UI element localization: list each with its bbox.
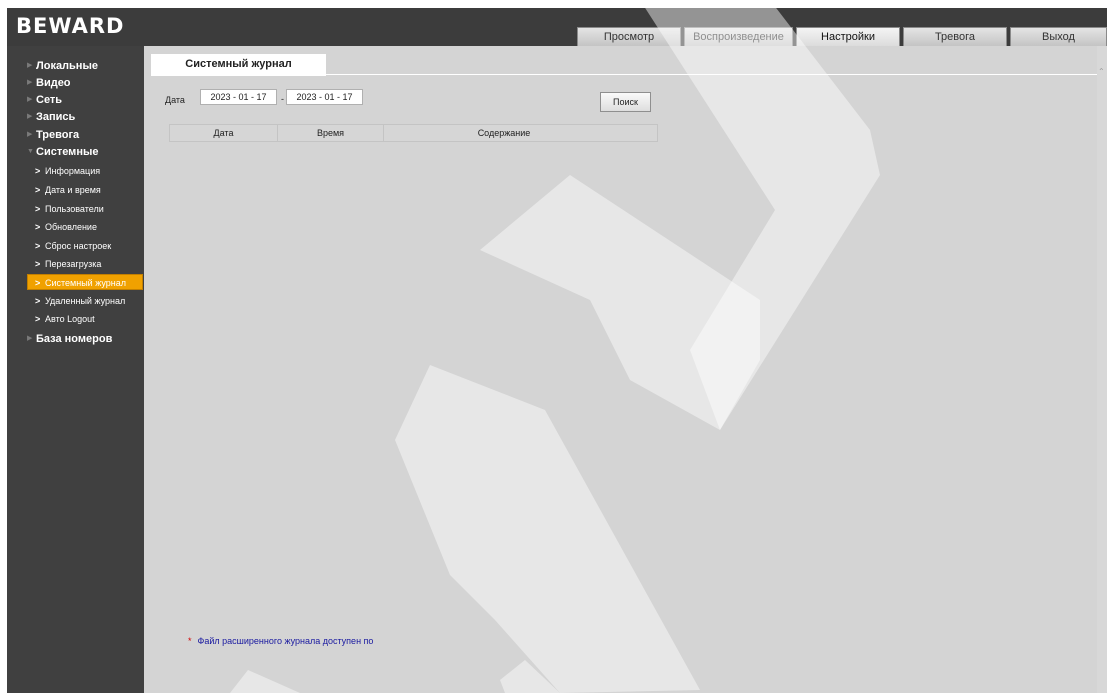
triangle-down-icon: ▼ [27, 148, 34, 155]
date-from-input[interactable] [200, 89, 277, 105]
footnote-asterisk: * [188, 636, 192, 646]
triangle-right-icon: ▶ [27, 79, 33, 86]
sidebar-item-label: Сеть [36, 94, 63, 106]
sidebar: ▶ Локальные ▶ Видео ▶ Сеть ▶ Запись ▶ Тр… [7, 46, 144, 693]
tab-view[interactable]: Просмотр [577, 27, 681, 46]
chevron-right-icon: > [35, 185, 41, 195]
tab-logout[interactable]: Выход [1010, 27, 1107, 46]
app-window: BEWARD Просмотр Воспроизведение Настройк… [7, 8, 1107, 693]
sidebar-subitem-users[interactable]: > Пользователи [7, 201, 144, 217]
sidebar-subitem-datetime[interactable]: > Дата и время [7, 182, 144, 198]
sidebar-subitem-label: Пользователи [45, 204, 104, 214]
chevron-right-icon: > [35, 278, 41, 288]
chevron-right-icon: > [35, 259, 41, 269]
chevron-right-icon: > [35, 166, 41, 176]
chevron-right-icon: > [35, 314, 41, 324]
sidebar-item-record[interactable]: ▶ Запись [7, 109, 144, 125]
sidebar-subitem-label: Удаленный журнал [45, 296, 126, 306]
triangle-right-icon: ▶ [27, 131, 33, 138]
sidebar-subitem-remote-log[interactable]: > Удаленный журнал [7, 293, 144, 309]
triangle-right-icon: ▶ [27, 335, 33, 342]
chevron-right-icon: > [35, 204, 41, 214]
beward-logo: BEWARD [16, 14, 125, 38]
sidebar-subitem-label: Сброс настроек [45, 241, 112, 251]
footnote-text: Файл расширенного журнала доступен по [197, 636, 374, 646]
sidebar-item-local[interactable]: ▶ Локальные [7, 58, 144, 74]
sidebar-item-system[interactable]: ▼ Системные [7, 144, 144, 160]
sidebar-item-label: Тревога [36, 129, 80, 141]
sidebar-subitem-reboot[interactable]: > Перезагрузка [7, 256, 144, 272]
sidebar-subitem-system-log[interactable]: > Системный журнал [27, 274, 143, 290]
sidebar-item-label: Системные [36, 146, 99, 158]
date-to-input[interactable] [286, 89, 363, 105]
tab-alarm[interactable]: Тревога [903, 27, 1007, 46]
log-table-header: Дата Время Содержание [169, 124, 658, 142]
sidebar-item-label: Видео [36, 77, 71, 89]
sidebar-item-plates[interactable]: ▶ База номеров [7, 331, 144, 347]
sidebar-item-label: Локальные [36, 60, 98, 72]
column-header-date: Дата [170, 125, 278, 141]
tab-playback[interactable]: Воспроизведение [684, 27, 793, 46]
sidebar-item-label: Запись [36, 111, 76, 123]
column-header-time: Время [278, 125, 384, 141]
triangle-right-icon: ▶ [27, 113, 33, 120]
content-area: Системный журнал Дата - Поиск Дата Время… [144, 46, 1097, 693]
sidebar-subitem-reset[interactable]: > Сброс настроек [7, 238, 144, 254]
footnote: * Файл расширенного журнала доступен по [188, 636, 373, 646]
sidebar-subitem-label: Дата и время [45, 185, 101, 195]
sidebar-item-network[interactable]: ▶ Сеть [7, 92, 144, 108]
sidebar-item-alarm[interactable]: ▶ Тревога [7, 127, 144, 143]
sidebar-item-label: База номеров [36, 333, 113, 345]
sidebar-item-video[interactable]: ▶ Видео [7, 75, 144, 91]
chevron-right-icon: > [35, 296, 41, 306]
sidebar-subitem-label: Обновление [45, 222, 97, 232]
date-separator: - [281, 94, 284, 104]
sidebar-subitem-label: Перезагрузка [45, 259, 102, 269]
page-tab-system-log[interactable]: Системный журнал [151, 54, 326, 76]
sidebar-subitem-auto-logout[interactable]: > Авто Logout [7, 311, 144, 327]
tab-settings[interactable]: Настройки [796, 27, 900, 46]
sidebar-subitem-info[interactable]: > Информация [7, 163, 144, 179]
top-header: BEWARD Просмотр Воспроизведение Настройк… [7, 8, 1107, 46]
search-button[interactable]: Поиск [600, 92, 651, 112]
triangle-right-icon: ▶ [27, 62, 33, 69]
triangle-right-icon: ▶ [27, 96, 33, 103]
chevron-right-icon: > [35, 241, 41, 251]
date-label: Дата [165, 95, 185, 105]
sidebar-subitem-label: Системный журнал [45, 278, 126, 288]
chevron-right-icon: > [35, 222, 41, 232]
sidebar-subitem-label: Информация [45, 166, 101, 176]
sidebar-subitem-update[interactable]: > Обновление [7, 219, 144, 235]
chevron-up-icon[interactable]: ⌃ [1098, 68, 1106, 76]
vertical-scrollbar[interactable]: ⌃ [1097, 46, 1107, 693]
sidebar-subitem-label: Авто Logout [45, 314, 95, 324]
column-header-content: Содержание [477, 128, 531, 138]
